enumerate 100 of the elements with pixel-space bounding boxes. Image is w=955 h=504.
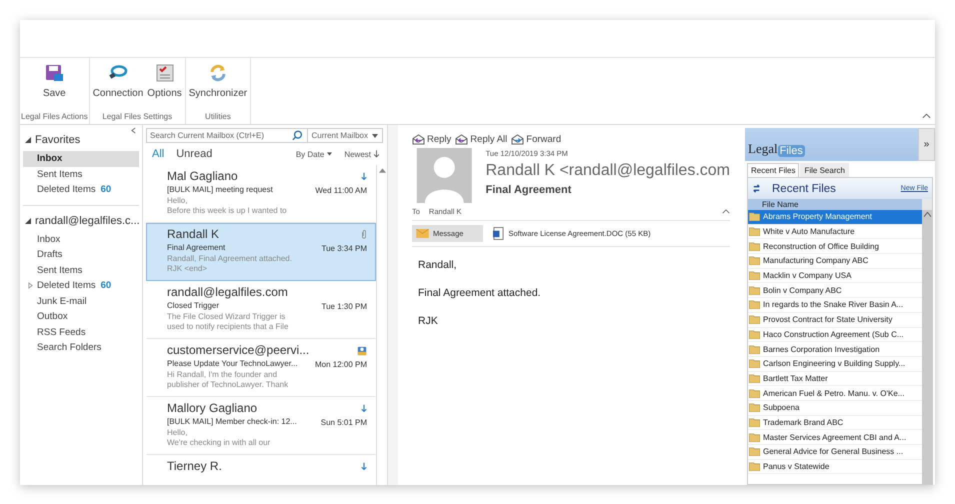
ribbon-button[interactable]: Options — [145, 60, 184, 112]
sender-name: customerservice@peervi... — [167, 343, 310, 358]
message-subject: [BULK MAIL] Member check-in: 12... — [167, 416, 297, 428]
message-preview: Hi Randall, I'm the founder and — [167, 370, 278, 380]
file-row[interactable]: Abrams Property Management — [748, 210, 922, 225]
envelope-arrow-icon — [511, 134, 524, 145]
down-arrow-icon — [361, 404, 367, 413]
file-row[interactable]: Bolin v Company ABC — [748, 283, 922, 298]
panel-tab[interactable]: Recent Files — [747, 163, 800, 177]
envelope-icon — [416, 229, 429, 238]
ribbon-button[interactable]: Connection — [90, 60, 146, 112]
sender-name: Randall K — [167, 227, 220, 242]
envelope-arrow-icon — [412, 134, 425, 145]
sender-name: randall@legalfiles.com — [167, 285, 288, 300]
reply-action-button[interactable]: Reply All — [455, 131, 508, 148]
message-preview: Hello, — [167, 196, 188, 206]
folder-item[interactable]: Junk E-mail — [23, 294, 139, 309]
folder-item[interactable]: Search Folders — [23, 340, 139, 356]
collapse-header-icon[interactable] — [722, 209, 730, 214]
message-preview: We're checking in with all our — [167, 438, 272, 448]
folder-item[interactable]: Sent Items — [23, 166, 139, 182]
file-row[interactable]: Provost Contract for State University — [748, 312, 922, 328]
message-time: Mon 12:00 PM — [314, 360, 367, 368]
folder-item[interactable]: Outbox — [23, 309, 139, 324]
ribbon-group-label: Legal Files Actions — [21, 112, 88, 123]
folder-icon — [749, 330, 760, 339]
file-row[interactable]: Panus v Statewide — [748, 460, 922, 474]
order-button[interactable]: Newest — [338, 150, 385, 158]
file-row[interactable]: Trademark Brand ABC — [748, 416, 922, 430]
paperclip-icon — [361, 230, 367, 239]
collapse-ribbon-icon[interactable] — [922, 113, 931, 119]
filter-tab[interactable]: Unread — [172, 148, 220, 160]
folder-icon — [749, 447, 760, 456]
folder-item[interactable]: Sent Items — [23, 262, 139, 278]
file-row[interactable]: Barnes Corporation Investigation — [748, 342, 922, 357]
ribbon-button[interactable]: Save — [40, 60, 68, 112]
folder-icon — [749, 315, 760, 324]
file-row[interactable]: Subpoena — [748, 400, 922, 416]
expand-triangle-icon[interactable] — [25, 218, 31, 224]
folder-icon — [749, 242, 760, 251]
expand-button[interactable]: » — [918, 128, 935, 161]
folder-item[interactable]: Deleted Items 60 — [23, 278, 139, 294]
message-time: Tue 1:30 PM — [321, 302, 367, 310]
file-row[interactable]: White v Auto Manufacture — [748, 224, 922, 240]
folder-icon — [749, 403, 760, 412]
search-icon[interactable] — [292, 130, 303, 141]
folder-item[interactable]: RSS Feeds — [23, 324, 139, 340]
scrollbar[interactable] — [922, 199, 932, 484]
message-time: Tue 3:34 PM — [321, 244, 367, 252]
sender-name: Mallory Gagliano — [167, 401, 258, 416]
file-row[interactable]: Bartlett Tax Matter — [748, 372, 922, 386]
message-subject: [BULK MAIL] meeting request — [167, 184, 273, 196]
folder-icon — [749, 286, 760, 295]
dropdown-caret-icon — [372, 134, 378, 138]
folder-group-header[interactable]: randall@legalfiles.c... — [23, 210, 139, 232]
sender-name: Mal Gagliano — [167, 169, 238, 184]
contact-card-icon — [357, 346, 367, 356]
refresh-icon[interactable] — [752, 183, 761, 194]
file-row[interactable]: Master Services Agreement CBI and A... — [748, 430, 922, 445]
mail-list-item[interactable]: Randall K Final Agreement Tue 3:34 PM Randall, Final Agreement attached. RJK <end> — [146, 223, 376, 281]
file-row[interactable]: Haco Construction Agreement (Sub C... — [748, 328, 922, 342]
message-preview: Randall, Final Agreement attached. — [167, 254, 293, 264]
scrollbar[interactable] — [376, 165, 387, 485]
sender-address: Randall K <randall@legalfiles.com — [486, 161, 730, 181]
expand-triangle-icon[interactable] — [25, 137, 31, 143]
folder-item[interactable]: Drafts — [23, 247, 139, 262]
filter-tab[interactable]: All — [148, 148, 172, 160]
scope-dropdown[interactable]: Current Mailbox — [308, 129, 382, 142]
file-row[interactable]: Manufacturing Company ABC — [748, 254, 922, 269]
file-row[interactable]: American Fuel & Petro. Manu. v. O'Ke... — [748, 386, 922, 401]
file-row[interactable]: General Advice for General Business ... — [748, 445, 922, 460]
folder-icon — [749, 432, 760, 442]
reply-action-button[interactable]: Reply — [412, 131, 452, 148]
file-row[interactable]: Carlson Engineering v Building Supply... — [748, 356, 922, 372]
folder-group-header[interactable]: Favorites — [23, 129, 139, 151]
collapse-pane-icon[interactable] — [131, 127, 136, 134]
sort-dropdown[interactable]: By Date — [290, 150, 338, 158]
folder-item[interactable]: Deleted Items 60 — [23, 182, 139, 198]
file-row[interactable]: Reconstruction of Office Building — [748, 239, 922, 254]
scroll-up-icon[interactable] — [378, 168, 386, 173]
panel-tab[interactable]: File Search — [800, 163, 849, 177]
folder-item[interactable]: Inbox — [23, 151, 139, 166]
ribbon-button[interactable]: Synchronizer — [186, 60, 250, 112]
folder-icon — [749, 256, 760, 266]
folder-icon — [749, 418, 760, 427]
reply-action-button[interactable]: Forward — [511, 131, 562, 148]
message-preview: RJK <end> — [167, 264, 208, 274]
scroll-up-icon[interactable] — [924, 212, 930, 217]
message-preview: The File Closed Wizard Trigger is — [167, 312, 286, 322]
folder-icon — [749, 212, 760, 222]
body-paragraph: Randall, — [418, 259, 458, 271]
message-subject: Final Agreement — [167, 242, 226, 254]
down-arrow-icon — [374, 150, 379, 158]
file-row[interactable]: Macklin v Company USA — [748, 268, 922, 284]
folder-item[interactable]: Inbox — [23, 232, 139, 247]
ribbon-group-label: Legal Files Settings — [102, 112, 172, 123]
checklist-icon — [154, 63, 175, 83]
column-header[interactable]: File Name — [748, 199, 922, 210]
folder-icon — [749, 227, 760, 236]
file-row[interactable]: In regards to the Snake River Basin A... — [748, 298, 922, 313]
